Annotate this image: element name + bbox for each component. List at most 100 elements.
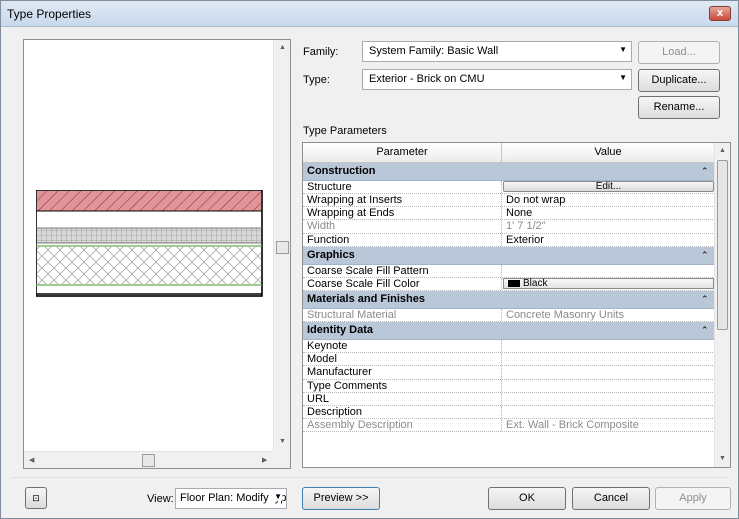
param-row[interactable]: Structure Edit... xyxy=(303,181,715,195)
group-construction[interactable]: Construction ⌃ xyxy=(303,163,715,181)
param-value[interactable] xyxy=(502,380,715,392)
param-name: Function xyxy=(303,233,502,246)
param-name: Coarse Scale Fill Pattern xyxy=(303,264,502,277)
param-row: Structural Material Concrete Masonry Uni… xyxy=(303,308,715,323)
param-name: Manufacturer xyxy=(303,366,502,379)
param-value[interactable] xyxy=(502,393,715,405)
type-dropdown[interactable]: Exterior - Brick on CMU ▼ xyxy=(362,69,632,90)
2d-view-icon[interactable]: ⊡ xyxy=(25,487,47,509)
type-label: Type: xyxy=(303,74,330,86)
parameter-column-header: Parameter xyxy=(303,143,502,163)
dropdown-arrow-icon: ▼ xyxy=(619,73,627,82)
rename-button[interactable]: Rename... xyxy=(638,96,720,119)
param-row[interactable]: Wrapping at Ends None xyxy=(303,207,715,221)
type-parameters-label: Type Parameters xyxy=(303,125,387,137)
close-button[interactable]: x xyxy=(709,6,731,21)
separator xyxy=(11,477,729,478)
collapse-chevron-icon[interactable]: ⌃ xyxy=(701,163,715,180)
collapse-chevron-icon[interactable]: ⌃ xyxy=(701,291,715,308)
param-name: Wrapping at Inserts xyxy=(303,194,502,207)
param-row: Assembly Description Ext. Wall - Brick C… xyxy=(303,418,715,433)
param-value[interactable]: Exterior xyxy=(502,234,715,246)
param-value[interactable]: None xyxy=(502,207,715,219)
apply-button[interactable]: Apply xyxy=(655,487,731,510)
scroll-down-arrow-icon[interactable]: ▼ xyxy=(719,455,726,462)
param-name: Model xyxy=(303,353,502,366)
param-value[interactable] xyxy=(502,265,715,277)
param-name: Wrapping at Ends xyxy=(303,207,502,220)
param-row[interactable]: Keynote xyxy=(303,340,715,354)
group-graphics[interactable]: Graphics ⌃ xyxy=(303,246,715,265)
preview-horizontal-scrollbar[interactable]: ◀ ▶ xyxy=(24,451,274,468)
group-name: Materials and Finishes xyxy=(307,292,425,305)
scroll-thumb[interactable] xyxy=(142,454,155,467)
value-column-header: Value xyxy=(502,143,715,163)
cancel-button[interactable]: Cancel xyxy=(572,487,650,510)
param-row[interactable]: Wrapping at Inserts Do not wrap xyxy=(303,194,715,208)
duplicate-button[interactable]: Duplicate... xyxy=(638,69,720,92)
wall-section-preview xyxy=(36,190,263,297)
view-dropdown[interactable]: Floor Plan: Modify typ ▼ xyxy=(175,488,287,509)
group-materials-and-finishes[interactable]: Materials and Finishes ⌃ xyxy=(303,290,715,309)
param-name: Structural Material xyxy=(303,308,502,322)
scroll-up-arrow-icon[interactable]: ▲ xyxy=(719,147,726,154)
collapse-chevron-icon[interactable]: ⌃ xyxy=(701,247,715,264)
param-value[interactable] xyxy=(502,353,715,365)
param-value[interactable] xyxy=(502,366,715,378)
param-value[interactable]: Black xyxy=(502,277,715,290)
param-value[interactable]: Do not wrap xyxy=(502,194,715,206)
view-label: View: xyxy=(147,493,174,505)
grid-rows: Construction ⌃ Structure Edit... Wrappin… xyxy=(303,163,715,433)
type-parameters-grid[interactable]: Parameter Value Construction ⌃ Structure… xyxy=(302,142,731,468)
color-swatch-icon xyxy=(508,279,520,287)
param-name: Description xyxy=(303,405,502,418)
dialog-title: Type Properties xyxy=(7,7,92,21)
preview-button[interactable]: Preview >> xyxy=(302,487,380,510)
family-dropdown[interactable]: System Family: Basic Wall ▼ xyxy=(362,41,632,62)
scrollbar-corner xyxy=(273,451,290,468)
param-row[interactable]: Coarse Scale Fill Pattern xyxy=(303,264,715,278)
dropdown-arrow-icon: ▼ xyxy=(619,45,627,54)
scroll-right-arrow-icon[interactable]: ▶ xyxy=(262,456,267,464)
ok-button[interactable]: OK xyxy=(488,487,566,510)
scroll-up-arrow-icon[interactable]: ▲ xyxy=(279,44,286,51)
scroll-left-arrow-icon[interactable]: ◀ xyxy=(29,456,34,464)
param-row[interactable]: Manufacturer xyxy=(303,366,715,380)
grid-header: Parameter Value xyxy=(303,143,715,163)
param-value: Ext. Wall - Brick Composite xyxy=(506,418,639,431)
param-value[interactable] xyxy=(502,406,715,418)
param-row: Width 1' 7 1/2" xyxy=(303,220,715,234)
group-identity-data[interactable]: Identity Data ⌃ xyxy=(303,322,715,341)
wall-preview-panel[interactable]: ▲ ▼ ◀ ▶ xyxy=(23,39,291,469)
group-name: Graphics xyxy=(307,248,355,261)
dropdown-arrow-icon: ▼ xyxy=(272,492,282,501)
family-value: System Family: Basic Wall xyxy=(369,45,499,57)
structure-edit-button[interactable]: Edit... xyxy=(503,181,714,192)
param-name: Keynote xyxy=(303,340,502,353)
scroll-thumb[interactable] xyxy=(276,241,289,254)
load-button[interactable]: Load... xyxy=(638,41,720,64)
param-name: Structure xyxy=(303,181,502,194)
param-value[interactable]: Edit... xyxy=(502,181,715,193)
scroll-down-arrow-icon[interactable]: ▼ xyxy=(279,438,286,445)
group-name: Identity Data xyxy=(307,324,374,337)
param-row[interactable]: Type Comments xyxy=(303,379,715,393)
param-name: Width xyxy=(303,220,502,233)
fill-color-button[interactable]: Black xyxy=(503,277,714,289)
scroll-thumb[interactable] xyxy=(717,160,728,330)
param-name: Type Comments xyxy=(303,379,502,392)
color-name: Black xyxy=(523,277,548,289)
param-row[interactable]: Coarse Scale Fill Color Black xyxy=(303,277,715,291)
param-row[interactable]: Model xyxy=(303,353,715,367)
collapse-chevron-icon[interactable]: ⌃ xyxy=(701,322,715,339)
param-row[interactable]: Function Exterior xyxy=(303,233,715,247)
param-name: URL xyxy=(303,392,502,405)
type-properties-dialog: Type Properties x ▲ ▼ ◀ ▶ Family: System… xyxy=(0,0,739,519)
param-row[interactable]: URL xyxy=(303,392,715,406)
param-row[interactable]: Description xyxy=(303,405,715,419)
preview-vertical-scrollbar[interactable]: ▲ ▼ xyxy=(273,40,290,453)
param-value: 1' 7 1/2" xyxy=(506,220,546,233)
title-bar: Type Properties x xyxy=(1,1,738,27)
grid-vertical-scrollbar[interactable]: ▲ ▼ xyxy=(714,143,730,467)
param-value[interactable] xyxy=(502,340,715,352)
